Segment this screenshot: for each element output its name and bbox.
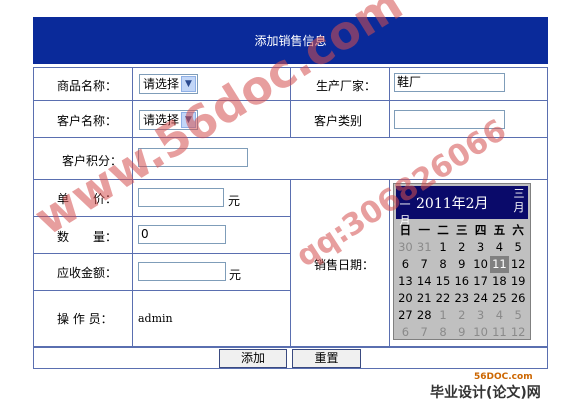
- calendar-day[interactable]: 28: [415, 307, 434, 324]
- calendar-day[interactable]: 17: [471, 273, 490, 290]
- quantity-label: 数 量：: [57, 230, 118, 244]
- calendar-day[interactable]: 30: [396, 239, 415, 256]
- calendar-day[interactable]: 23: [452, 290, 471, 307]
- chevron-down-icon[interactable]: ▼: [181, 112, 196, 128]
- chevron-down-icon[interactable]: ▼: [181, 76, 196, 92]
- calendar-day[interactable]: 15: [434, 273, 453, 290]
- calendar-day[interactable]: 2: [452, 307, 471, 324]
- calendar-day[interactable]: 1: [434, 307, 453, 324]
- page-header: 添加销售信息: [33, 17, 548, 64]
- calendar-day[interactable]: 12: [509, 256, 528, 273]
- calendar-title: 2011年2月: [416, 196, 489, 212]
- calendar-day[interactable]: 10: [471, 256, 490, 273]
- footer-site: 56DOC.com: [474, 372, 533, 382]
- unit-price-input[interactable]: [138, 188, 224, 207]
- calendar-day[interactable]: 12: [509, 324, 528, 341]
- calendar-day[interactable]: 6: [396, 324, 415, 341]
- calendar-weekday: 日: [399, 223, 412, 237]
- price-unit-label: 元: [228, 194, 241, 208]
- calendar-weekday: 五: [493, 223, 506, 237]
- calendar-day[interactable]: 3: [471, 239, 490, 256]
- customer-points-input[interactable]: [138, 148, 248, 167]
- calendar-day[interactable]: 18: [490, 273, 509, 290]
- calendar-day[interactable]: 4: [490, 307, 509, 324]
- product-select-value: 请选择: [143, 77, 180, 91]
- sale-date-label: 销售日期：: [314, 258, 375, 272]
- calendar-day[interactable]: 9: [452, 256, 471, 273]
- calendar-weekday: 三: [456, 223, 468, 237]
- calendar-week-row: 6 7 8 9 10 11 12: [396, 324, 528, 341]
- customer-points-label: 客户积分：: [62, 154, 123, 168]
- manufacturer-value: 鞋厂: [397, 75, 422, 89]
- calendar-day[interactable]: 7: [415, 324, 434, 341]
- calendar-week-row: 6 7 8 9 10 11 12: [396, 256, 528, 273]
- calendar-day[interactable]: 8: [434, 324, 453, 341]
- calendar-header: 一月 2011年2月 三月: [396, 186, 528, 227]
- calendar-weekday: 六: [512, 223, 524, 237]
- footer-brand: 毕业设计(论文)网: [430, 385, 541, 401]
- add-button[interactable]: 添加: [219, 349, 287, 368]
- amount-unit-label: 元: [229, 268, 242, 282]
- calendar-weekday-row: 日一二三四五六: [396, 222, 528, 239]
- manufacturer-label: 生产厂家：: [316, 79, 377, 93]
- calendar-day[interactable]: 11: [490, 324, 509, 341]
- amount-label: 应收金额：: [57, 266, 118, 280]
- calendar-day[interactable]: 7: [415, 256, 434, 273]
- calendar-day[interactable]: 16: [452, 273, 471, 290]
- quantity-input[interactable]: 0: [138, 225, 226, 244]
- manufacturer-input[interactable]: 鞋厂: [394, 73, 505, 92]
- calendar-day[interactable]: 24: [471, 290, 490, 307]
- operator-value: admin: [138, 312, 173, 325]
- calendar-week-row: 27 28 1 2 3 4 5: [396, 307, 528, 324]
- calendar-weekday: 二: [437, 223, 449, 237]
- calendar-day[interactable]: 5: [509, 239, 528, 256]
- operator-label: 操 作 员：: [57, 312, 113, 326]
- product-select[interactable]: 请选择 ▼: [139, 74, 198, 94]
- page-title: 添加销售信息: [254, 34, 327, 48]
- calendar-day[interactable]: 11: [489, 256, 509, 273]
- calendar-weekday: 四: [474, 223, 487, 237]
- calendar-day[interactable]: 31: [415, 239, 434, 256]
- calendar-popup[interactable]: 一月 2011年2月 三月 日一二三四五六 30 31 1 2 3 4 5 6 7 8 9 10 11 12…: [393, 183, 531, 340]
- calendar-day[interactable]: 13: [396, 273, 415, 290]
- customer-select-value: 请选择: [143, 113, 180, 127]
- calendar-day[interactable]: 1: [434, 239, 453, 256]
- calendar-weekday: 一: [418, 223, 430, 237]
- reset-button[interactable]: 重置: [292, 349, 361, 368]
- calendar-day[interactable]: 4: [490, 239, 509, 256]
- customer-select[interactable]: 请选择 ▼: [139, 110, 198, 130]
- calendar-day[interactable]: 10: [471, 324, 490, 341]
- calendar-day[interactable]: 9: [452, 324, 471, 341]
- unit-price-label: 单 价：: [57, 192, 118, 206]
- calendar-day[interactable]: 27: [396, 307, 415, 324]
- calendar-week-row: 13 14 15 16 17 18 19: [396, 273, 528, 290]
- calendar-next-month[interactable]: 三月: [512, 187, 526, 215]
- calendar-day[interactable]: 5: [509, 307, 528, 324]
- calendar-day[interactable]: 26: [509, 290, 528, 307]
- customer-type-label: 客户类别: [314, 114, 363, 128]
- quantity-value: 0: [141, 227, 149, 241]
- calendar-day[interactable]: 2: [452, 239, 471, 256]
- calendar-week-row: 30 31 1 2 3 4 5: [396, 239, 528, 256]
- customer-name-label: 客户名称：: [57, 114, 118, 128]
- calendar-day[interactable]: 25: [490, 290, 509, 307]
- calendar-day[interactable]: 20: [396, 290, 415, 307]
- calendar-day[interactable]: 19: [509, 273, 528, 290]
- calendar-day[interactable]: 8: [434, 256, 453, 273]
- calendar-day[interactable]: 6: [396, 256, 415, 273]
- calendar-day[interactable]: 3: [471, 307, 490, 324]
- calendar-day[interactable]: 14: [415, 273, 434, 290]
- calendar-grid: 日一二三四五六 30 31 1 2 3 4 5 6 7 8 9 10 11 12 13 14 15 16 17 18 19…: [396, 222, 528, 341]
- customer-type-input[interactable]: [394, 110, 505, 129]
- button-row: [33, 347, 548, 369]
- calendar-day[interactable]: 21: [415, 290, 434, 307]
- product-name-label: 商品名称：: [57, 79, 118, 93]
- calendar-week-row: 20 21 22 23 24 25 26: [396, 290, 528, 307]
- calendar-day[interactable]: 22: [434, 290, 453, 307]
- amount-input[interactable]: [138, 262, 226, 281]
